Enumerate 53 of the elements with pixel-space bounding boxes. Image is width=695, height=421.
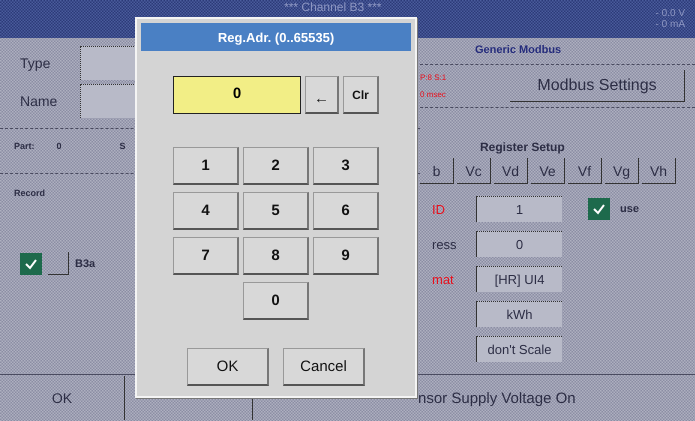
register-tab[interactable]: Vf bbox=[568, 158, 602, 184]
digit-key[interactable]: 4 bbox=[173, 192, 239, 230]
name-label: Name bbox=[19, 93, 58, 109]
dialog-title: Reg.Adr. (0..65535) bbox=[141, 23, 411, 51]
sensor-supply-label: nsor Supply Voltage On bbox=[418, 390, 576, 406]
status-reading: - 0.0 V bbox=[656, 8, 685, 19]
register-tab[interactable]: b bbox=[420, 158, 454, 184]
register-tab[interactable]: Ve bbox=[531, 158, 565, 184]
info-text: P:8 S:1 bbox=[420, 73, 448, 82]
part-label: Part: bbox=[14, 141, 35, 151]
value-field[interactable]: 1 bbox=[476, 196, 562, 222]
cancel-button[interactable]: Cancel bbox=[283, 348, 365, 386]
use-label: use bbox=[620, 203, 639, 215]
info-text: 0 msec bbox=[420, 90, 447, 99]
modbus-settings-button[interactable]: Modbus Settings bbox=[510, 70, 685, 102]
value-field[interactable]: kWh bbox=[476, 301, 562, 327]
value-field[interactable]: don't Scale bbox=[476, 336, 562, 362]
window-title: *** Channel B3 *** bbox=[283, 0, 382, 14]
record-checkbox[interactable] bbox=[20, 252, 42, 274]
register-tab[interactable]: Vg bbox=[605, 158, 639, 184]
value-field[interactable]: [HR] UI4 bbox=[476, 266, 562, 292]
digit-key[interactable]: 2 bbox=[243, 147, 309, 185]
cut-label: S bbox=[120, 141, 126, 151]
digit-key[interactable]: 7 bbox=[173, 237, 239, 275]
value-display[interactable]: 0 bbox=[173, 76, 301, 114]
use-checkbox[interactable] bbox=[588, 198, 610, 220]
ok-button[interactable]: OK bbox=[0, 376, 125, 420]
digit-key[interactable]: 5 bbox=[243, 192, 309, 230]
clear-button[interactable]: Clr bbox=[343, 76, 379, 114]
field-label: ress bbox=[431, 236, 458, 252]
digit-key[interactable]: 6 bbox=[313, 192, 379, 230]
field-label: mat bbox=[431, 272, 455, 286]
check-icon bbox=[24, 256, 38, 270]
record-label: Record bbox=[14, 188, 46, 198]
digit-key[interactable]: 8 bbox=[243, 237, 309, 275]
digit-key[interactable]: 3 bbox=[313, 147, 379, 185]
register-tab[interactable]: Vd bbox=[494, 158, 528, 184]
register-tab[interactable]: Vh bbox=[642, 158, 676, 184]
digit-key[interactable]: 9 bbox=[313, 237, 379, 275]
sensor-type: Generic Modbus bbox=[475, 44, 562, 56]
digit-key[interactable]: 1 bbox=[173, 147, 239, 185]
value-field[interactable]: 0 bbox=[476, 231, 562, 257]
digit-key[interactable]: 0 bbox=[243, 282, 309, 320]
field-label: ID bbox=[431, 202, 446, 216]
part-value: 0 bbox=[56, 141, 62, 151]
status-reading: - 0 mA bbox=[656, 19, 685, 30]
register-tab[interactable]: Vc bbox=[457, 158, 491, 184]
section-title: Register Setup bbox=[480, 140, 565, 154]
ok-button[interactable]: OK bbox=[187, 348, 269, 386]
type-label: Type bbox=[19, 55, 52, 71]
check-icon bbox=[592, 202, 606, 216]
backspace-button[interactable]: ← bbox=[305, 76, 339, 114]
channel-label: B3a bbox=[75, 258, 96, 270]
